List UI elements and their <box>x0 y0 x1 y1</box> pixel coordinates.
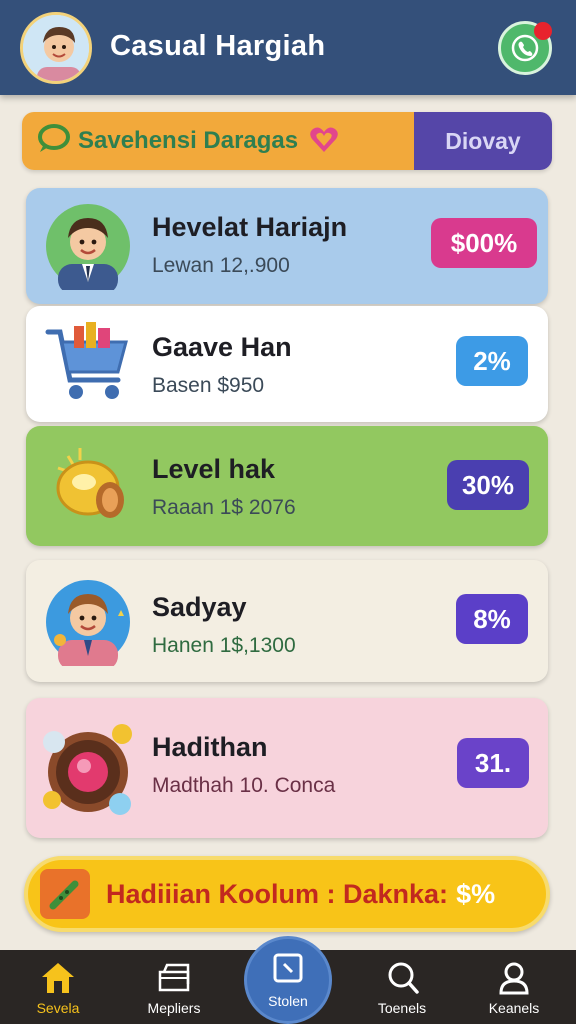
nav-item-toenels[interactable]: Toenels <box>352 950 452 1024</box>
promo-tail: $% <box>456 878 496 909</box>
card-title: Hevelat Hariajn <box>152 212 348 242</box>
notification-dot <box>534 22 552 40</box>
card-title: Sadyay <box>152 592 247 622</box>
banner-left: Savehensi Daragas <box>22 112 414 170</box>
percent-badge: 30% <box>447 460 529 510</box>
app-header: Casual Hargiah <box>0 0 576 95</box>
list-item[interactable]: Hadithan Madthah 10. Conca 31. <box>26 698 548 838</box>
card-title: Gaave Han <box>152 332 292 362</box>
nav-label: Stolen <box>268 992 308 1009</box>
nav-item-stolen[interactable]: Stolen <box>244 936 332 1024</box>
nav-item-mepliers[interactable]: Mepliers <box>124 950 224 1024</box>
boy-avatar-icon <box>44 578 132 670</box>
card-subtitle: Raaan 1$ 2076 <box>152 496 296 519</box>
boy-avatar-icon <box>44 202 132 294</box>
promo-text: Hadiiian Koolum : Daknka: $% <box>106 878 496 909</box>
nav-label: Toenels <box>377 1000 427 1016</box>
user-icon <box>497 960 531 996</box>
stack-icon <box>157 960 191 996</box>
search-icon <box>384 960 420 996</box>
banner-button[interactable]: Diovay <box>414 112 552 170</box>
percent-badge: $00% <box>431 218 537 268</box>
nav-label: Sevela <box>36 1000 80 1016</box>
promo-bar[interactable]: Hadiiian Koolum : Daknka: $% <box>24 856 550 932</box>
heart-icon <box>308 124 340 159</box>
nav-label: Mepliers <box>147 1000 201 1016</box>
roulette-wheel-icon <box>40 720 136 816</box>
card-title: Level hak <box>152 454 276 484</box>
percent-badge: 31. <box>457 738 529 788</box>
nav-label: Keanels <box>488 1000 540 1016</box>
card-subtitle: Lewan 12,.900 <box>152 254 290 277</box>
shopping-cart-icon <box>44 318 132 406</box>
app-title: Casual Hargiah <box>110 30 326 62</box>
percent-badge: 2% <box>456 336 528 386</box>
banner-text: Savehensi Daragas <box>78 127 299 154</box>
card-subtitle: Basen $950 <box>152 374 265 397</box>
list-item[interactable]: Gaave Han Basen $950 2% <box>26 306 548 422</box>
nav-item-sevela[interactable]: Sevela <box>8 950 108 1024</box>
card-subtitle: Madthah 10. Conca <box>152 774 336 797</box>
top-banner[interactable]: Savehensi Daragas Diovay <box>22 112 552 170</box>
phone-chat-icon[interactable] <box>498 21 552 75</box>
tablet-icon <box>270 952 306 989</box>
list-item[interactable]: Sadyay Hanen 1$,1300 8% <box>26 560 548 682</box>
list-item[interactable]: Hevelat Hariajn Lewan 12,.900 $00% <box>26 188 548 304</box>
percent-badge: 8% <box>456 594 528 644</box>
chat-bubble-icon <box>36 123 70 159</box>
golden-bell-icon <box>44 442 132 530</box>
flute-icon <box>40 869 90 919</box>
nav-item-keanels[interactable]: Keanels <box>464 950 564 1024</box>
list-item[interactable]: Level hak Raaan 1$ 2076 30% <box>26 426 548 546</box>
boy-avatar-icon[interactable] <box>20 12 92 84</box>
card-title: Hadithan <box>152 732 268 762</box>
card-subtitle: Hanen 1$,1300 <box>152 634 296 657</box>
home-icon <box>40 960 76 996</box>
